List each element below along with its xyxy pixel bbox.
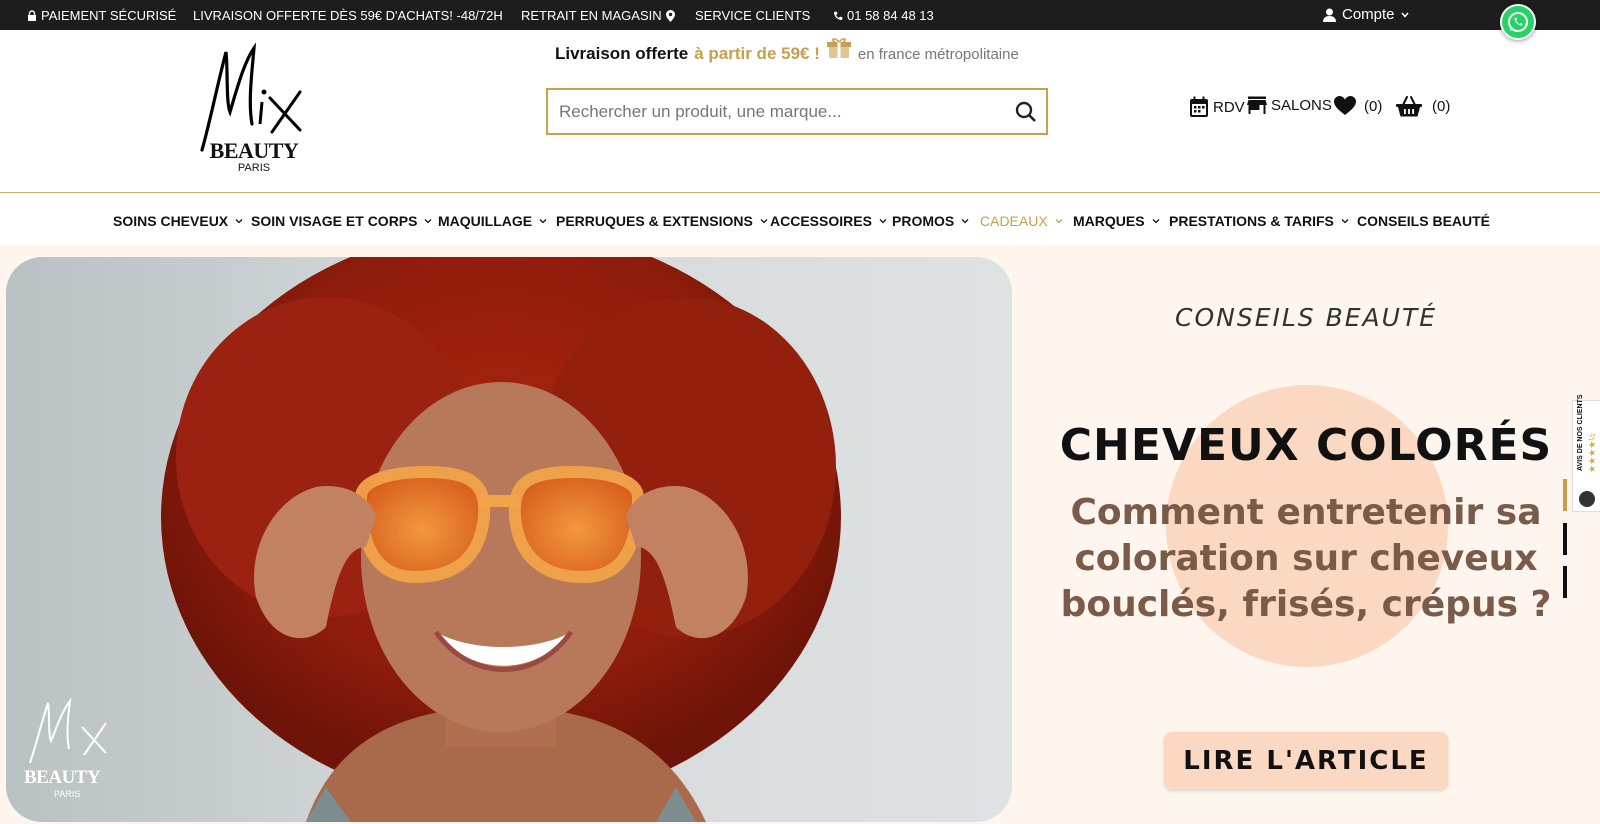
nav-item-perruques-extensions[interactable]: PERRUQUES & EXTENSIONS xyxy=(556,213,768,229)
reviews-label: AVIS DE NOS CLIENTS xyxy=(1577,394,1584,472)
site-header: BEAUTY PARIS Livraison offerte à partir … xyxy=(0,30,1600,193)
customer-service-link[interactable]: SERVICE CLIENTS xyxy=(695,8,810,23)
hero-subtitle: Comment entretenir sa coloration sur che… xyxy=(1060,492,1552,625)
gift-icon xyxy=(826,38,851,58)
wishlist-link[interactable]: (0) xyxy=(1334,96,1382,116)
salons-label: SALONS xyxy=(1271,96,1332,114)
hero-watermark-city: PARIS xyxy=(54,789,81,799)
promo-part-3: en france métropolitaine xyxy=(857,46,1019,63)
delivery-promo-banner: Livraison offerte à partir de 59€ ! en f… xyxy=(555,37,1019,64)
store-pickup-link[interactable]: RETRAIT EN MAGASIN xyxy=(521,8,675,23)
whatsapp-icon xyxy=(1508,12,1528,32)
hero-watermark-name: BEAUTY xyxy=(24,767,101,788)
nav-item-maquillage[interactable]: MAQUILLAGE xyxy=(438,213,547,229)
slider-indicator-2[interactable] xyxy=(1563,523,1567,555)
hero-title: CHEVEUX COLORÉS xyxy=(1059,420,1553,471)
nav-item-soins-cheveux[interactable]: SOINS CHEVEUX xyxy=(113,213,243,229)
phone-number: 01 58 84 48 13 xyxy=(847,8,934,23)
chevron-down-icon xyxy=(1152,219,1160,224)
search-icon[interactable] xyxy=(1014,100,1038,124)
chevron-down-icon xyxy=(1055,219,1063,224)
chevron-down-icon xyxy=(1400,12,1409,18)
search-input[interactable] xyxy=(548,90,998,133)
phone-link[interactable]: 01 58 84 48 13 xyxy=(833,8,934,23)
nav-label: SOINS CHEVEUX xyxy=(113,213,229,229)
read-article-button[interactable]: LIRE L'ARTICLE xyxy=(1164,732,1448,790)
account-label: Compte xyxy=(1342,6,1395,23)
secure-payment[interactable]: PAIEMENT SÉCURISÉ xyxy=(27,8,176,23)
search-bar xyxy=(546,88,1048,135)
slider-indicator-3[interactable] xyxy=(1563,566,1567,598)
rdv-link[interactable]: RDV xyxy=(1189,96,1245,118)
nav-label: CADEAUX xyxy=(980,213,1048,229)
nav-item-marques[interactable]: MARQUES xyxy=(1073,213,1160,229)
phone-icon xyxy=(834,11,843,20)
nav-label: CONSEILS BEAUTÉ xyxy=(1357,213,1491,229)
chevron-down-icon xyxy=(425,219,432,224)
chevron-down-icon xyxy=(235,219,243,224)
nav-label: PERRUQUES & EXTENSIONS xyxy=(556,213,753,229)
nav-item-prestations-tarifs[interactable]: PRESTATIONS & TARIFS xyxy=(1169,213,1349,229)
lock-icon xyxy=(28,10,36,21)
hero-watermark-logo xyxy=(29,697,107,764)
nav-item-soin-visage-et-corps[interactable]: SOIN VISAGE ET CORPS xyxy=(251,213,432,229)
wishlist-count: (0) xyxy=(1364,97,1383,115)
heart-icon xyxy=(1334,96,1356,115)
calendar-icon xyxy=(1190,96,1208,117)
store-icon xyxy=(1247,96,1267,114)
promo-part-1: Livraison offerte xyxy=(555,44,689,63)
cart-link[interactable]: (0) xyxy=(1396,96,1450,117)
map-pin-icon xyxy=(665,9,675,22)
nav-label: SOIN VISAGE ET CORPS xyxy=(251,213,418,229)
secure-payment-label: PAIEMENT SÉCURISÉ xyxy=(41,8,177,23)
account-menu[interactable]: Compte xyxy=(1323,6,1409,23)
chevron-down-icon xyxy=(760,219,768,224)
nav-label: PROMOS xyxy=(892,213,955,229)
chevron-down-icon xyxy=(539,219,547,224)
hero-illustration xyxy=(161,257,841,822)
rdv-label: RDV xyxy=(1213,98,1245,116)
nav-label: MAQUILLAGE xyxy=(438,213,533,229)
whatsapp-button[interactable] xyxy=(1500,4,1536,40)
salons-link[interactable]: SALONS xyxy=(1247,96,1332,114)
hero-text-panel: CONSEILS BEAUTÉ CHEVEUX COLORÉS Comment … xyxy=(1012,245,1600,824)
free-delivery-label: LIVRAISON OFFERTE DÈS 59€ D'ACHATS! -48/… xyxy=(193,8,503,23)
reviews-badge-icon xyxy=(1579,491,1595,507)
hero-photo: BEAUTY PARIS xyxy=(6,257,1012,822)
customer-service-label: SERVICE CLIENTS xyxy=(695,8,811,23)
nav-item-cadeaux[interactable]: CADEAUX xyxy=(980,213,1063,229)
reviews-stars: ★★★★½ xyxy=(1587,433,1597,473)
free-delivery-link[interactable]: LIVRAISON OFFERTE DÈS 59€ D'ACHATS! -48/… xyxy=(193,8,503,23)
nav-item-promos[interactable]: PROMOS xyxy=(892,213,969,229)
site-logo[interactable]: BEAUTY PARIS xyxy=(196,42,312,182)
chevron-down-icon xyxy=(961,219,969,224)
logo-city: PARIS xyxy=(237,162,271,174)
main-nav: SOINS CHEVEUX SOIN VISAGE ET CORPS MAQUI… xyxy=(0,193,1600,245)
nav-label: ACCESSOIRES xyxy=(770,213,872,229)
cart-count: (0) xyxy=(1432,98,1451,115)
nav-item-accessoires[interactable]: ACCESSOIRES xyxy=(770,213,887,229)
logo-name: BEAUTY xyxy=(209,138,299,163)
basket-icon xyxy=(1396,96,1422,117)
nav-label: PRESTATIONS & TARIFS xyxy=(1169,213,1334,229)
top-bar: PAIEMENT SÉCURISÉ LIVRAISON OFFERTE DÈS … xyxy=(0,0,1600,30)
hero-kicker: CONSEILS BEAUTÉ xyxy=(1174,303,1438,332)
nav-item-conseils-beaute[interactable]: CONSEILS BEAUTÉ xyxy=(1357,213,1490,229)
slider-indicator-1[interactable] xyxy=(1563,479,1567,511)
nav-label: MARQUES xyxy=(1073,213,1145,229)
store-pickup-label: RETRAIT EN MAGASIN xyxy=(521,8,662,23)
hero-banner[interactable]: BEAUTY PARIS CONSEILS BEAUTÉ CHEVEUX COL… xyxy=(0,245,1600,824)
promo-part-2: à partir de 59€ ! xyxy=(694,44,820,63)
chevron-down-icon xyxy=(1341,219,1349,224)
user-icon xyxy=(1323,8,1336,22)
reviews-widget[interactable]: AVIS DE NOS CLIENTS ★★★★½ xyxy=(1572,395,1600,512)
chevron-down-icon xyxy=(879,219,887,224)
